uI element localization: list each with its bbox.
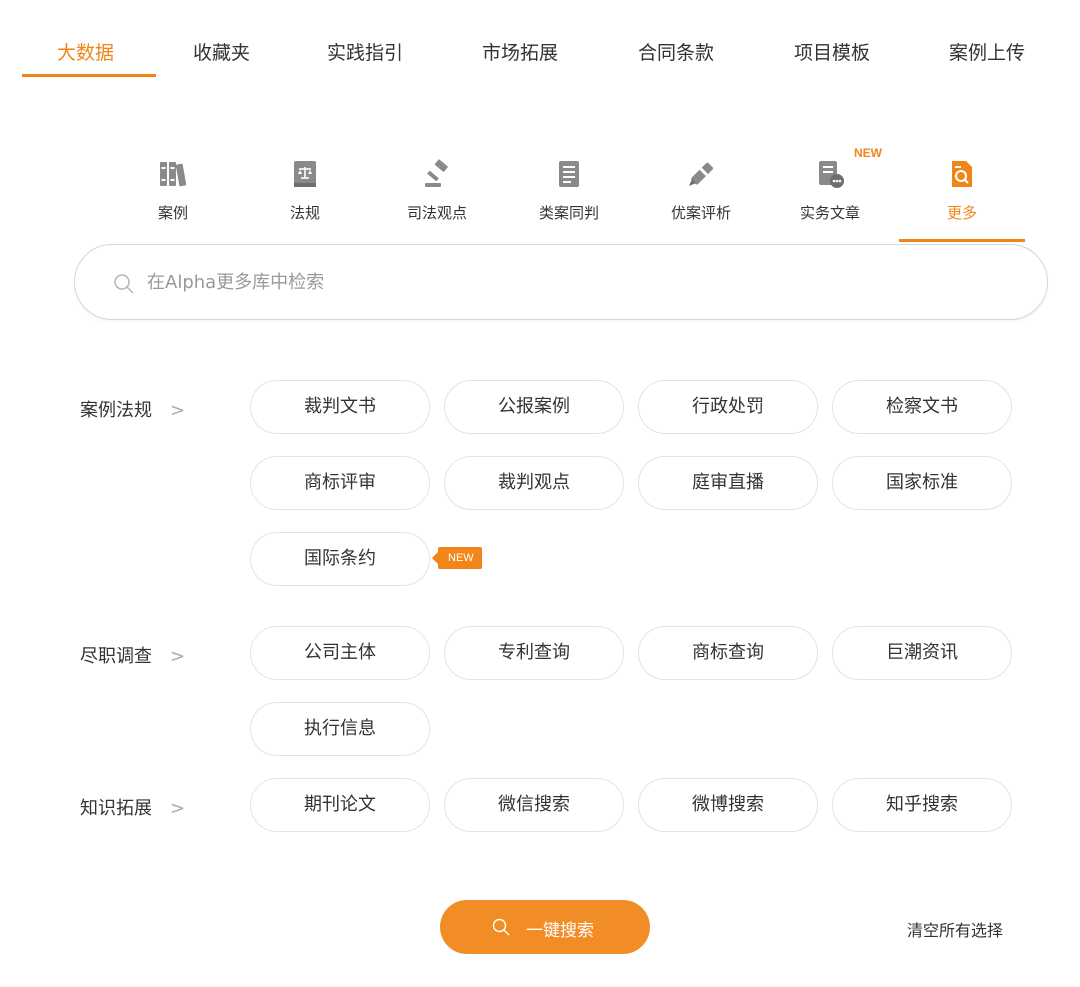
- one-click-search-button[interactable]: 一键搜索: [440, 900, 650, 954]
- document-icon: [559, 161, 579, 187]
- group-label: 尽职调查: [80, 646, 152, 667]
- new-badge: NEW: [854, 146, 882, 160]
- tab-market-expansion[interactable]: 市场拓展: [482, 38, 558, 65]
- category-regulations[interactable]: 法规: [250, 150, 360, 242]
- category-label: 优案评析: [670, 204, 731, 222]
- option-chip[interactable]: 公司主体: [250, 626, 430, 680]
- chevron-right-icon: >: [170, 798, 186, 819]
- clear-all-link[interactable]: 清空所有选择: [907, 917, 1003, 941]
- category-case-reviews[interactable]: 优案评析: [646, 150, 756, 242]
- new-badge: NEW: [432, 547, 482, 569]
- option-chip[interactable]: 国家标准: [832, 456, 1012, 510]
- search-input[interactable]: [147, 267, 997, 297]
- option-chip[interactable]: 裁判文书: [250, 380, 430, 434]
- option-chip[interactable]: 微信搜索: [444, 778, 624, 832]
- option-chip[interactable]: 行政处罚: [638, 380, 818, 434]
- option-chip[interactable]: 国际条约: [250, 532, 430, 586]
- tab-project-templates[interactable]: 项目模板: [794, 38, 870, 65]
- search-box: [74, 244, 1048, 320]
- search-icon: [114, 274, 134, 294]
- option-chip[interactable]: 微博搜索: [638, 778, 818, 832]
- category-label: 类案同判: [538, 204, 599, 222]
- option-chip[interactable]: 执行信息: [250, 702, 430, 756]
- option-chip[interactable]: 商标评审: [250, 456, 430, 510]
- tab-practice-guide[interactable]: 实践指引: [327, 38, 403, 65]
- category-similar-cases[interactable]: 类案同判: [514, 150, 624, 242]
- group-label: 知识拓展: [80, 798, 152, 819]
- category-label: 案例: [157, 204, 188, 222]
- option-chip[interactable]: 检察文书: [832, 380, 1012, 434]
- top-nav: 大数据 收藏夹 实践指引 市场拓展 合同条款 项目模板 案例上传: [0, 0, 1080, 78]
- group-label: 案例法规: [80, 400, 152, 421]
- active-category-underline: [899, 239, 1025, 242]
- option-chip[interactable]: 知乎搜索: [832, 778, 1012, 832]
- option-chip[interactable]: 巨潮资讯: [832, 626, 1012, 680]
- category-practice-articles[interactable]: 实务文章 NEW: [775, 146, 885, 242]
- group-knowledge[interactable]: 知识拓展 >: [80, 794, 185, 820]
- chevron-right-icon: >: [170, 400, 186, 421]
- option-chip[interactable]: 公报案例: [444, 380, 624, 434]
- category-label: 司法观点: [406, 204, 467, 222]
- group-due-diligence[interactable]: 尽职调查 >: [80, 642, 185, 668]
- option-chip[interactable]: 专利查询: [444, 626, 624, 680]
- tab-big-data[interactable]: 大数据: [57, 38, 114, 65]
- category-more[interactable]: 更多: [907, 150, 1017, 242]
- pen-icon: [689, 162, 713, 186]
- category-label: 更多: [946, 204, 977, 222]
- tab-contract-clauses[interactable]: 合同条款: [638, 38, 714, 65]
- category-cases[interactable]: 案例: [118, 150, 228, 242]
- option-chip[interactable]: 裁判观点: [444, 456, 624, 510]
- chevron-right-icon: >: [170, 646, 186, 667]
- tab-favorites[interactable]: 收藏夹: [193, 38, 250, 65]
- group-cases-regulations[interactable]: 案例法规 >: [80, 396, 185, 422]
- category-label: 实务文章: [799, 204, 860, 222]
- books-icon: [160, 162, 187, 187]
- category-label: 法规: [289, 204, 320, 222]
- law-book-icon: [294, 161, 316, 187]
- tab-case-upload[interactable]: 案例上传: [949, 38, 1025, 65]
- option-chip[interactable]: 商标查询: [638, 626, 818, 680]
- file-search-icon: [952, 161, 972, 187]
- search-icon: [492, 918, 510, 936]
- option-chip[interactable]: 期刊论文: [250, 778, 430, 832]
- search-button-label: 一键搜索: [526, 921, 594, 941]
- category-bar: 案例 法规 司法观点 类案同判 优案评析 实务文章 NEW 更多: [0, 146, 1080, 242]
- active-tab-underline: [22, 74, 156, 77]
- category-judicial-views[interactable]: 司法观点: [382, 150, 492, 242]
- option-chip[interactable]: 庭审直播: [638, 456, 818, 510]
- gavel-icon: [425, 159, 448, 187]
- article-chat-icon: [819, 161, 844, 188]
